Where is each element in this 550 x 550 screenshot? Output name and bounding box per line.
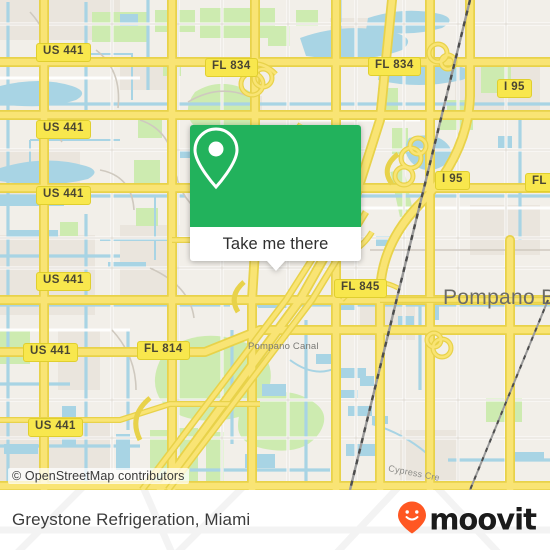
moovit-logo[interactable]: moovit (397, 501, 537, 540)
card-image-area (190, 125, 361, 227)
moovit-smiley-pin-icon (397, 501, 427, 540)
moovit-wordmark: moovit (429, 502, 537, 537)
road-shield: FL 814 (137, 341, 190, 360)
osm-attribution: © OpenStreetMap contributors (8, 468, 189, 484)
road-shield: I 95 (435, 171, 470, 190)
road-shield: US 441 (23, 343, 78, 362)
road-shield: I 95 (497, 79, 532, 98)
road-shield: FL 845 (334, 279, 387, 298)
footer-bar: Greystone Refrigeration, Miami moovit (0, 490, 550, 550)
road-shield: FL 8 (525, 173, 550, 192)
take-me-there-card[interactable]: Take me there (190, 125, 361, 271)
place-title: Greystone Refrigeration, Miami (12, 510, 251, 529)
road-shield: US 441 (36, 186, 91, 205)
road-shield: US 441 (28, 418, 83, 437)
card-cta-area[interactable]: Take me there (190, 227, 361, 271)
road-shield: US 441 (36, 272, 91, 291)
road-shield: US 441 (36, 120, 91, 139)
road-shield: FL 834 (368, 57, 421, 76)
card-pointer-tail (266, 261, 285, 271)
map-canvas[interactable]: US 441 US 441 US 441 US 441 US 441 US 441 FL 8… (0, 0, 550, 490)
map-screenshot: US 441 US 441 US 441 US 441 US 441 US 441 FL 8… (0, 0, 550, 550)
road-shield: FL 834 (205, 58, 258, 77)
road-shield: US 441 (36, 43, 91, 62)
place-label-canal: Pompano Canal (248, 341, 319, 352)
place-label-city: Pompano Be (443, 286, 550, 309)
take-me-there-label: Take me there (222, 234, 329, 253)
